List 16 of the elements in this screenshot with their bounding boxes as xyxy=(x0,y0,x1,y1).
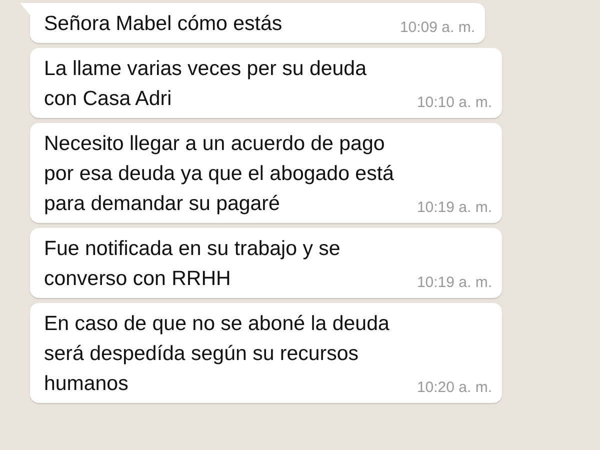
message-text: La llame varias veces per su deuda xyxy=(44,56,366,82)
message-time: 10:09 a. m. xyxy=(400,18,475,38)
message-text: En caso de que no se aboné la deuda xyxy=(44,311,390,337)
message-time: 10:19 a. m. xyxy=(416,198,492,218)
message-text: será despedída según su recursos xyxy=(44,341,359,367)
message-time: 10:10 a. m. xyxy=(416,92,492,112)
message-text: por esa deuda ya que el abogado está xyxy=(44,161,394,187)
message-text: Fue notificada en su trabajo y se xyxy=(44,236,340,262)
message-text: con Casa Adri xyxy=(44,86,172,112)
message-text: humanos xyxy=(44,371,128,397)
message-time: 10:19 a. m. xyxy=(416,272,492,292)
message-text: para demandar su pagaré xyxy=(44,191,280,217)
message-text: Señora Mabel cómo estás xyxy=(44,11,282,37)
message-text: Necesito llegar a un acuerdo de pago xyxy=(44,131,385,157)
message-text: converso con RRHH xyxy=(44,266,231,292)
message-time: 10:20 a. m. xyxy=(416,378,492,398)
